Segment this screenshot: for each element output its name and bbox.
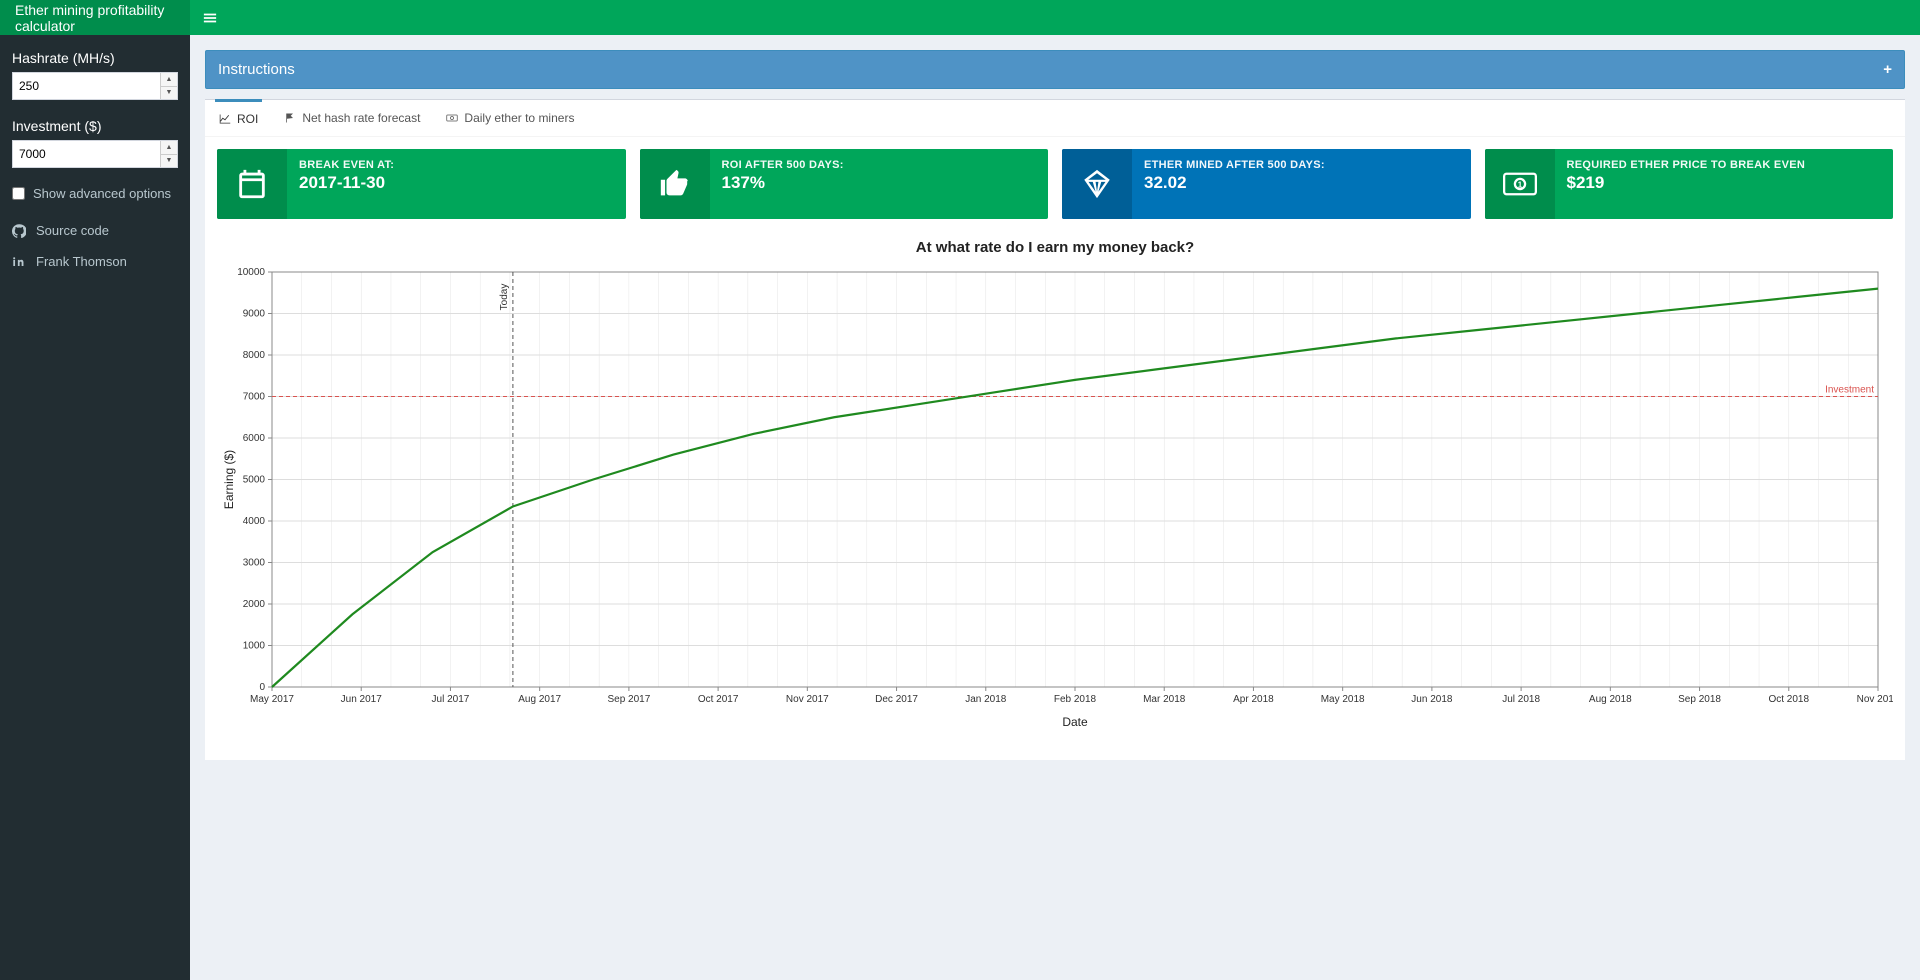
svg-text:2000: 2000 xyxy=(243,599,266,610)
svg-text:Sep 2017: Sep 2017 xyxy=(607,694,650,705)
svg-text:Sep 2018: Sep 2018 xyxy=(1678,694,1721,705)
investment-label: Investment ($) xyxy=(12,118,178,134)
instructions-expand-icon[interactable]: + xyxy=(1883,61,1892,78)
svg-text:Oct 2017: Oct 2017 xyxy=(698,694,739,705)
sidebar-toggle[interactable] xyxy=(190,11,230,25)
hashrate-label: Hashrate (MH/s) xyxy=(12,50,178,66)
svg-text:9000: 9000 xyxy=(243,309,266,320)
card-required-price: 1 REQUIRED ETHER PRICE TO BREAK EVEN $219 xyxy=(1485,149,1894,219)
svg-text:3000: 3000 xyxy=(243,558,266,569)
spinner-up-icon[interactable]: ▲ xyxy=(161,73,177,87)
svg-text:Jul 2018: Jul 2018 xyxy=(1502,694,1540,705)
hashrate-input[interactable] xyxy=(12,72,178,100)
svg-text:7000: 7000 xyxy=(243,392,266,403)
card-ether-mined: ETHER MINED AFTER 500 DAYS: 32.02 xyxy=(1062,149,1471,219)
source-code-label: Source code xyxy=(36,223,109,238)
svg-text:Jan 2018: Jan 2018 xyxy=(965,694,1007,705)
diamond-icon xyxy=(1080,167,1114,201)
advanced-options-toggle[interactable]: Show advanced options xyxy=(12,186,178,201)
instructions-panel[interactable]: Instructions + xyxy=(205,50,1905,89)
roi-chart: At what rate do I earn my money back? 0 1… xyxy=(205,231,1905,760)
source-code-link[interactable]: Source code xyxy=(12,215,178,246)
tab-forecast-label: Net hash rate forecast xyxy=(302,111,420,125)
instructions-title: Instructions xyxy=(218,61,295,78)
tab-daily[interactable]: Daily ether to miners xyxy=(442,100,578,136)
svg-text:4000: 4000 xyxy=(243,516,266,527)
svg-text:Aug 2017: Aug 2017 xyxy=(518,694,561,705)
svg-text:Nov 2017: Nov 2017 xyxy=(786,694,829,705)
thumbs-up-icon xyxy=(658,167,692,201)
tab-roi[interactable]: ROI xyxy=(215,99,262,136)
svg-text:10000: 10000 xyxy=(237,267,265,278)
tab-daily-label: Daily ether to miners xyxy=(464,111,574,125)
svg-text:Apr 2018: Apr 2018 xyxy=(1233,694,1274,705)
advanced-options-checkbox[interactable] xyxy=(12,187,25,200)
card-roi: ROI AFTER 500 DAYS: 137% xyxy=(640,149,1049,219)
author-label: Frank Thomson xyxy=(36,254,127,269)
svg-text:Jul 2017: Jul 2017 xyxy=(432,694,470,705)
line-chart-icon xyxy=(219,113,231,125)
flag-icon xyxy=(284,112,296,124)
card-value: 32.02 xyxy=(1144,173,1459,193)
advanced-options-label: Show advanced options xyxy=(33,186,171,201)
card-label: REQUIRED ETHER PRICE TO BREAK EVEN xyxy=(1567,159,1882,171)
card-value: $219 xyxy=(1567,173,1882,193)
sidebar: Hashrate (MH/s) ▲▼ Investment ($) ▲▼ Sho… xyxy=(0,35,190,980)
svg-text:Mar 2018: Mar 2018 xyxy=(1143,694,1186,705)
card-break-even: BREAK EVEN AT: 2017-11-30 xyxy=(217,149,626,219)
svg-text:1: 1 xyxy=(1517,180,1522,189)
card-label: ETHER MINED AFTER 500 DAYS: xyxy=(1144,159,1459,171)
linkedin-icon xyxy=(12,255,26,269)
investment-input[interactable] xyxy=(12,140,178,168)
tab-roi-label: ROI xyxy=(237,112,258,126)
github-icon xyxy=(12,224,26,238)
svg-text:Dec 2017: Dec 2017 xyxy=(875,694,918,705)
card-label: ROI AFTER 500 DAYS: xyxy=(722,159,1037,171)
money-icon xyxy=(446,112,458,124)
card-value: 2017-11-30 xyxy=(299,173,614,193)
svg-text:Aug 2018: Aug 2018 xyxy=(1589,694,1632,705)
cash-icon: 1 xyxy=(1503,167,1537,201)
author-link[interactable]: Frank Thomson xyxy=(12,246,178,277)
tab-forecast[interactable]: Net hash rate forecast xyxy=(280,100,424,136)
chart-canvas: 0 1000 2000 3000 4000 5000 6000 7000 8000 9000 100… xyxy=(217,262,1893,732)
roi-panel: ROI Net hash rate forecast Daily ether t… xyxy=(205,99,1905,760)
svg-text:May 2018: May 2018 xyxy=(1321,694,1365,705)
hamburger-icon xyxy=(203,11,217,25)
svg-text:6000: 6000 xyxy=(243,433,266,444)
svg-text:1000: 1000 xyxy=(243,641,266,652)
app-title: Ether mining profitability calculator xyxy=(0,0,190,35)
svg-text:Date: Date xyxy=(1062,715,1088,729)
svg-text:Feb 2018: Feb 2018 xyxy=(1054,694,1097,705)
calendar-icon xyxy=(235,167,269,201)
chart-title: At what rate do I earn my money back? xyxy=(217,239,1893,256)
spinner-down-icon[interactable]: ▼ xyxy=(161,155,177,168)
card-value: 137% xyxy=(722,173,1037,193)
svg-text:May 2017: May 2017 xyxy=(250,694,294,705)
svg-text:Nov 2018: Nov 2018 xyxy=(1857,694,1893,705)
svg-text:Today: Today xyxy=(499,284,510,311)
card-label: BREAK EVEN AT: xyxy=(299,159,614,171)
svg-text:Earning ($): Earning ($) xyxy=(222,450,236,509)
hashrate-spinner[interactable]: ▲▼ xyxy=(160,73,177,99)
svg-text:Jun 2018: Jun 2018 xyxy=(1411,694,1453,705)
svg-text:Jun 2017: Jun 2017 xyxy=(341,694,383,705)
svg-text:Investment: Investment xyxy=(1825,385,1874,396)
svg-text:5000: 5000 xyxy=(243,475,266,486)
svg-text:8000: 8000 xyxy=(243,350,266,361)
main-content: Instructions + ROI Net hash rate forecas… xyxy=(190,35,1920,980)
spinner-up-icon[interactable]: ▲ xyxy=(161,141,177,155)
svg-text:0: 0 xyxy=(259,682,265,693)
spinner-down-icon[interactable]: ▼ xyxy=(161,87,177,100)
svg-text:Oct 2018: Oct 2018 xyxy=(1768,694,1809,705)
investment-spinner[interactable]: ▲▼ xyxy=(160,141,177,167)
